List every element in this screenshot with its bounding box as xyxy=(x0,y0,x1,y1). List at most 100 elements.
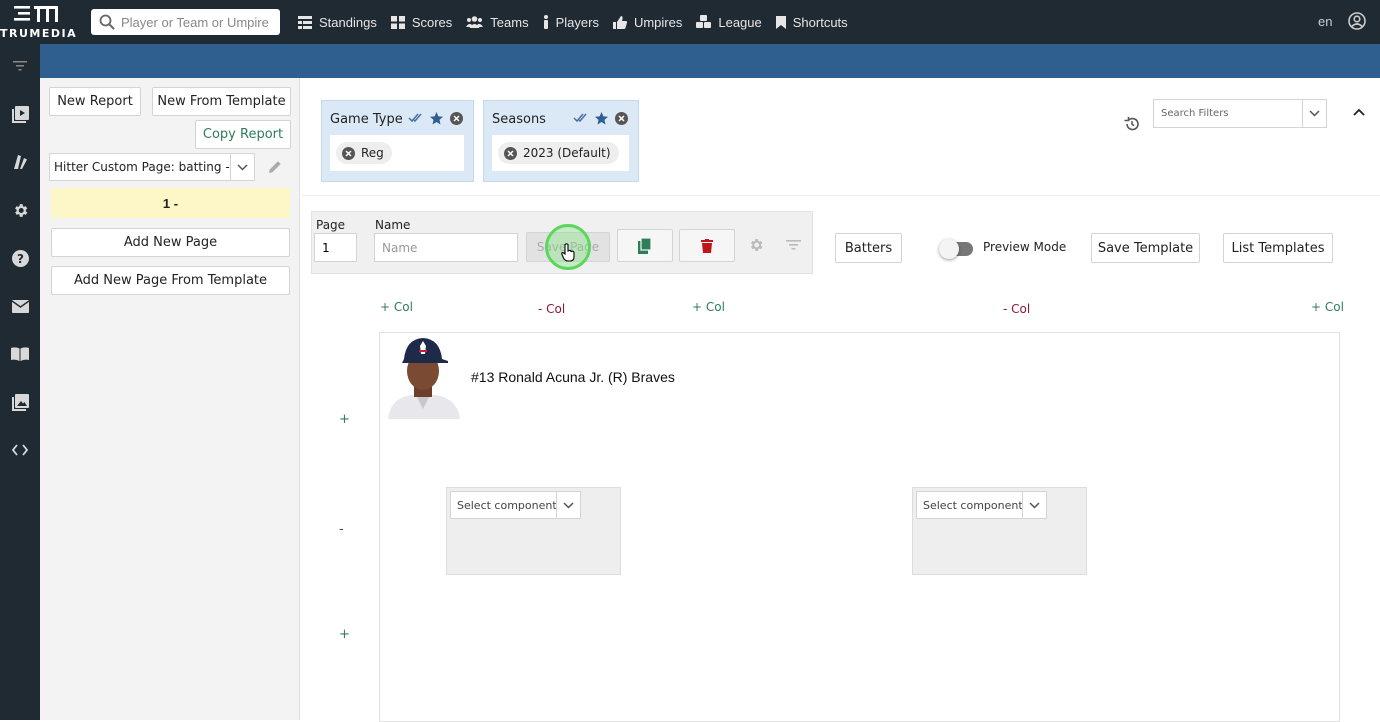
add-row-control[interactable]: + xyxy=(339,412,350,427)
remove-row-control[interactable]: - xyxy=(339,522,344,537)
delete-page-button[interactable] xyxy=(679,229,735,262)
filter-chip[interactable]: Reg xyxy=(336,142,392,164)
add-new-page-button[interactable]: Add New Page xyxy=(51,228,290,257)
help-icon[interactable]: ? xyxy=(10,248,30,268)
nav-standings[interactable]: Standings xyxy=(298,15,377,30)
images-icon[interactable] xyxy=(10,392,30,412)
filter-sort-icon[interactable] xyxy=(786,240,801,250)
filter-card-seasons: Seasons 2023 (Default) xyxy=(483,100,639,182)
cubes-icon xyxy=(696,15,712,28)
copy-icon xyxy=(638,237,652,254)
add-row-control[interactable]: + xyxy=(339,627,350,642)
user-account-icon[interactable] xyxy=(1348,12,1366,30)
search-input[interactable] xyxy=(121,14,271,30)
add-page-from-template-button[interactable]: Add New Page From Template xyxy=(51,266,290,295)
remove-circle-icon[interactable] xyxy=(450,112,463,125)
video-library-icon[interactable] xyxy=(10,104,30,124)
nav-umpires-label: Umpires xyxy=(633,14,683,30)
report-panel: New Report New From Template Copy Report… xyxy=(40,78,300,720)
filter-chip[interactable]: 2023 (Default) xyxy=(498,142,619,164)
trash-icon xyxy=(701,238,713,253)
report-select[interactable]: Hitter Custom Page: batting - P... xyxy=(49,153,255,181)
preview-mode-label: Preview Mode xyxy=(983,240,1067,254)
list-templates-button[interactable]: List Templates xyxy=(1223,233,1333,263)
remove-chip-icon[interactable] xyxy=(342,146,355,160)
remove-chip-icon[interactable] xyxy=(504,146,517,160)
nav-standings-label: Standings xyxy=(319,14,377,30)
chevron-down-icon xyxy=(230,154,254,180)
component-slot: Select component xyxy=(446,487,621,575)
duplicate-page-button[interactable] xyxy=(617,229,673,262)
batters-button[interactable]: Batters xyxy=(835,233,902,263)
collapse-chevron-up-icon[interactable] xyxy=(1353,108,1365,116)
hand-cursor-icon xyxy=(561,243,575,262)
star-icon[interactable] xyxy=(595,112,608,125)
nav-shortcuts-label: Shortcuts xyxy=(792,14,848,30)
nav-scores[interactable]: Scores xyxy=(390,14,453,30)
save-template-button[interactable]: Save Template xyxy=(1091,233,1200,263)
global-search[interactable] xyxy=(91,9,280,35)
page-number-input[interactable] xyxy=(314,233,357,262)
page-label: Page xyxy=(316,218,346,232)
double-check-icon[interactable] xyxy=(408,112,423,124)
edit-pencil-icon[interactable] xyxy=(267,159,283,175)
code-icon[interactable] xyxy=(10,440,30,460)
filter-chip-label: 2023 (Default) xyxy=(523,146,611,160)
language-selector[interactable]: en xyxy=(1318,14,1332,29)
trumedia-logo[interactable]: TRUMEDIA xyxy=(0,0,78,44)
header-band xyxy=(40,44,1380,78)
name-label: Name xyxy=(375,218,411,232)
page-list-item[interactable]: 1 - xyxy=(51,188,290,218)
nav-teams[interactable]: Teams xyxy=(466,14,529,30)
double-check-icon[interactable] xyxy=(573,112,588,124)
new-report-button[interactable]: New Report xyxy=(49,87,141,116)
player-headshot xyxy=(380,333,466,419)
remove-column-control[interactable]: - Col xyxy=(1003,302,1030,316)
search-filters-placeholder: Search Filters xyxy=(1161,108,1229,119)
nav-teams-label: Teams xyxy=(490,14,529,30)
toggle-knob xyxy=(939,239,959,259)
new-from-template-button[interactable]: New From Template xyxy=(152,87,291,116)
search-filters-select[interactable]: Search Filters xyxy=(1153,99,1327,128)
nav-scores-label: Scores xyxy=(411,14,453,30)
svg-text:?: ? xyxy=(17,252,24,266)
add-column-control[interactable]: + Col xyxy=(380,300,413,314)
remove-column-control[interactable]: - Col xyxy=(538,302,565,316)
page-canvas: #13 Ronald Acuna Jr. (R) Braves Select c… xyxy=(379,332,1340,722)
preview-mode-toggle[interactable] xyxy=(939,239,973,259)
select-component-dropdown[interactable]: Select component xyxy=(916,491,1047,519)
add-column-control[interactable]: + Col xyxy=(1311,300,1344,314)
select-component-placeholder: Select component xyxy=(457,498,556,512)
gear-icon[interactable] xyxy=(10,200,30,220)
page-name-input[interactable] xyxy=(374,233,518,262)
editor-main: Game Type Reg Seasons 2023 (Default) Sea… xyxy=(301,78,1380,722)
nav-players[interactable]: Players xyxy=(543,15,599,30)
swatch-icon[interactable] xyxy=(10,152,30,172)
filter-title: Game Type xyxy=(330,112,403,127)
book-icon[interactable] xyxy=(10,344,30,364)
component-slot: Select component xyxy=(912,487,1087,575)
mail-icon[interactable] xyxy=(10,296,30,316)
nav-league[interactable]: League xyxy=(696,15,762,30)
nav-players-label: Players xyxy=(555,14,599,30)
history-icon[interactable] xyxy=(1124,116,1140,132)
select-component-placeholder: Select component xyxy=(923,498,1022,512)
nav-umpires[interactable]: Umpires xyxy=(612,14,683,30)
chevron-down-icon xyxy=(1022,492,1046,518)
thumb-icon xyxy=(612,15,627,29)
logo-mark-icon xyxy=(14,6,58,22)
star-icon[interactable] xyxy=(430,112,443,125)
copy-report-button[interactable]: Copy Report xyxy=(195,120,291,149)
page-settings-gear-icon[interactable] xyxy=(748,237,764,253)
filter-chip-label: Reg xyxy=(361,146,384,160)
filter-lines-icon[interactable] xyxy=(10,56,30,76)
top-navbar: TRUMEDIA Standings Scores Teams Players … xyxy=(0,0,1380,44)
add-column-control[interactable]: + Col xyxy=(692,300,725,314)
nav-shortcuts[interactable]: Shortcuts xyxy=(775,14,848,30)
chevron-down-icon xyxy=(556,492,580,518)
grid-icon xyxy=(390,15,405,29)
filter-bar: Game Type Reg Seasons 2023 (Default) Sea… xyxy=(301,90,1380,196)
select-component-dropdown[interactable]: Select component xyxy=(450,491,581,519)
remove-circle-icon[interactable] xyxy=(615,112,628,125)
table-icon xyxy=(298,15,312,29)
